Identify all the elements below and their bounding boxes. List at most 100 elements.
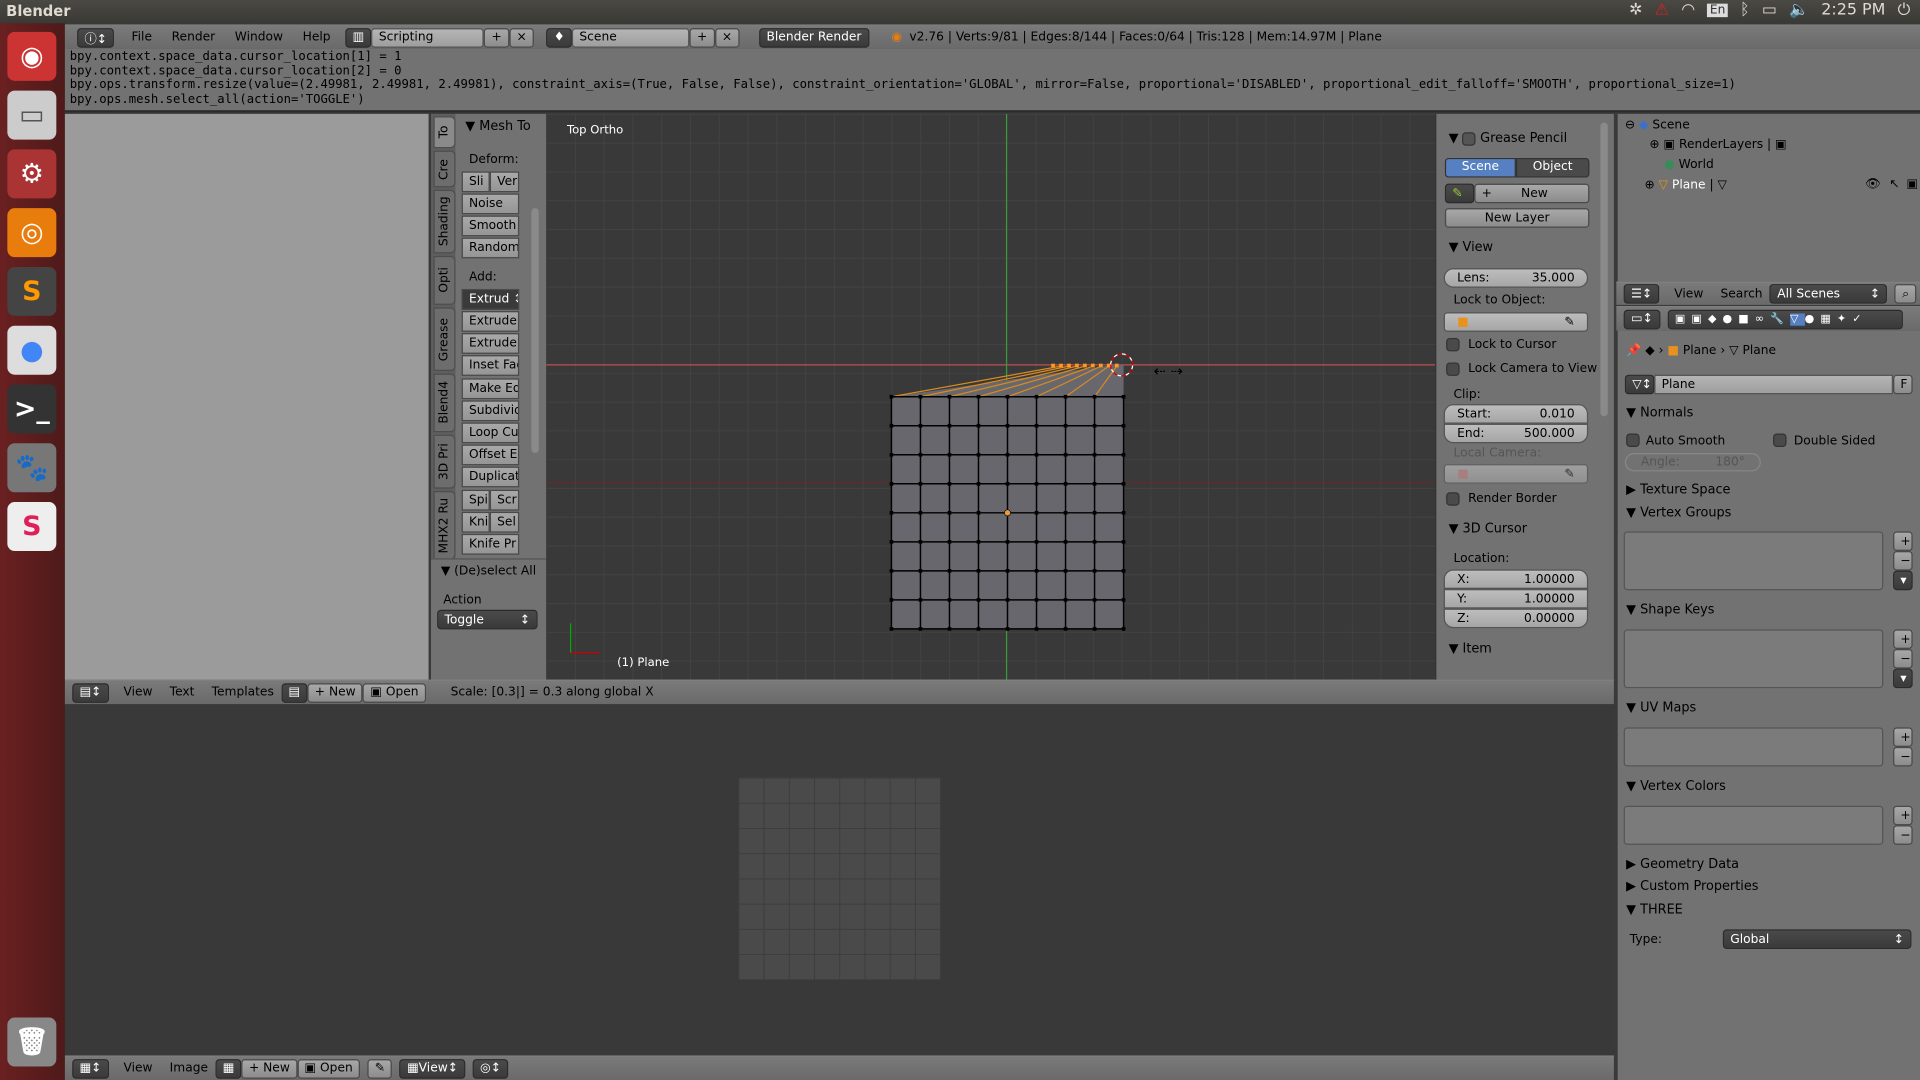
local-camera-field[interactable]: ■ ✎ xyxy=(1443,464,1589,484)
trash-icon[interactable]: 🗑 xyxy=(7,1017,57,1067)
lens-field[interactable]: Lens: 35.000 xyxy=(1443,268,1589,288)
clock[interactable]: 2:25 PM xyxy=(1821,1,1885,19)
pivot-select-icon[interactable]: ◎↕ xyxy=(472,1058,509,1079)
ubuntu-dash-icon[interactable]: ◉ xyxy=(7,31,57,81)
grease-pencil-checkbox[interactable] xyxy=(1462,131,1477,146)
info-editor-type-icon[interactable]: ⓘ↕ xyxy=(77,27,115,48)
type-select[interactable]: Global ↕ xyxy=(1722,929,1912,949)
vertex-groups-list[interactable] xyxy=(1623,531,1884,591)
render-border-checkbox[interactable] xyxy=(1446,492,1460,506)
shape-keys-header[interactable]: ▼ Shape Keys xyxy=(1626,602,1714,617)
blender-icon[interactable]: ◎ xyxy=(7,208,57,258)
tab-grease[interactable]: Grease xyxy=(433,307,456,372)
outliner-item-plane[interactable]: ⊕ ▽ Plane | ▽ xyxy=(1644,179,1726,192)
image-open-button[interactable]: ▣ Open xyxy=(297,1058,361,1079)
menu-window[interactable]: Window xyxy=(235,31,283,44)
files-icon[interactable]: ▭ xyxy=(7,90,57,140)
tab-3d-print[interactable]: 3D Pri xyxy=(433,434,456,489)
shape-keys-list[interactable] xyxy=(1623,629,1884,689)
remove-layout-button[interactable]: × xyxy=(509,27,535,48)
mesh-name-field[interactable]: Plane xyxy=(1654,374,1894,395)
make-edge-button[interactable]: Make Ed xyxy=(461,378,520,400)
tab-blend4[interactable]: Blend4 xyxy=(433,373,456,433)
image-editor-type-icon[interactable]: ▦↕ xyxy=(72,1058,109,1079)
wifi-icon[interactable]: ◠ xyxy=(1681,1,1695,19)
text-new-button[interactable]: + New xyxy=(307,682,364,703)
remove-vertex-group-button[interactable]: − xyxy=(1893,551,1913,571)
eyedropper-icon[interactable]: ✎ xyxy=(1564,467,1574,480)
remove-uv-map-button[interactable]: − xyxy=(1893,746,1913,767)
battery-icon[interactable]: ▭ xyxy=(1762,1,1777,19)
bluetooth-icon[interactable]: ᛒ xyxy=(1740,1,1750,19)
offset-edge-button[interactable]: Offset E xyxy=(461,444,520,466)
renderability-camera-icon[interactable]: ▣ xyxy=(1907,178,1919,191)
gimp-icon[interactable]: 🐾 xyxy=(7,443,57,493)
add-shape-key-button[interactable]: + xyxy=(1893,629,1913,649)
scene-icon[interactable]: ♦ xyxy=(546,27,573,48)
fake-user-button[interactable]: F xyxy=(1893,374,1913,395)
tab-shading[interactable]: Shading xyxy=(433,189,456,254)
custom-properties-header[interactable]: ▶ Custom Properties xyxy=(1626,879,1758,894)
texture-space-header[interactable]: ▶ Texture Space xyxy=(1626,482,1730,497)
add-vertex-group-button[interactable]: + xyxy=(1893,531,1913,552)
subdivide-button[interactable]: Subdivid xyxy=(461,400,520,422)
sublime-text-icon[interactable]: S xyxy=(7,266,57,316)
image-menu-view[interactable]: View xyxy=(123,1062,152,1075)
vertex-groups-header[interactable]: ▼ Vertex Groups xyxy=(1626,506,1731,521)
vertex-colors-header[interactable]: ▼ Vertex Colors xyxy=(1626,779,1726,794)
outliner-item-world[interactable]: ● World xyxy=(1664,158,1714,171)
search-icon[interactable]: ⌕ xyxy=(1894,284,1917,304)
item-section-header[interactable]: ▼ Item xyxy=(1449,642,1492,657)
layout-selector[interactable]: Scripting xyxy=(371,27,485,48)
cursor-y-field[interactable]: Y: 1.00000 xyxy=(1443,588,1589,609)
visibility-eye-icon[interactable]: 👁 xyxy=(1865,178,1881,191)
3d-cursor-section-header[interactable]: ▼ 3D Cursor xyxy=(1449,522,1527,537)
vertex-group-menu-button[interactable]: ▾ xyxy=(1893,570,1913,591)
screw-button[interactable]: Scr xyxy=(489,489,520,511)
image-new-button[interactable]: + New xyxy=(241,1058,298,1079)
gp-object-tab[interactable]: Object xyxy=(1515,157,1590,178)
outliner-item-renderlayers[interactable]: ⊕ ▣ RenderLayers | ▣ xyxy=(1649,138,1786,151)
slack-icon[interactable]: S xyxy=(7,502,57,552)
text-editor-area[interactable] xyxy=(64,113,429,680)
slide-button[interactable]: Sli xyxy=(461,171,490,193)
add-uv-map-button[interactable]: + xyxy=(1893,727,1913,747)
menu-file[interactable]: File xyxy=(131,31,151,44)
gp-scene-tab[interactable]: Scene xyxy=(1444,157,1516,178)
menu-render[interactable]: Render xyxy=(172,31,216,44)
tab-mhx2[interactable]: MHX2 Ru xyxy=(433,491,456,560)
outliner-filter-select[interactable]: All Scenes ↕ xyxy=(1769,284,1888,304)
angle-field[interactable]: Angle: 180° xyxy=(1624,453,1761,472)
remove-scene-button[interactable]: × xyxy=(714,27,740,48)
properties-editor-type-icon[interactable]: ▭↕ xyxy=(1623,309,1661,329)
random-button[interactable]: Random xyxy=(461,237,520,259)
inset-faces-button[interactable]: Inset Fac xyxy=(461,355,520,376)
clip-end-field[interactable]: End: 500.000 xyxy=(1443,423,1589,444)
tab-options[interactable]: Opti xyxy=(433,255,456,305)
smooth-button[interactable]: Smooth xyxy=(461,215,520,237)
geometry-data-header[interactable]: ▶ Geometry Data xyxy=(1626,857,1739,872)
tab-tools[interactable]: To xyxy=(433,116,456,149)
text-browse-icon[interactable]: ▤ xyxy=(281,682,308,703)
text-menu-text[interactable]: Text xyxy=(170,686,195,699)
auto-smooth-checkbox[interactable] xyxy=(1626,433,1640,447)
terminal-icon[interactable]: >_ xyxy=(7,384,57,434)
3d-viewport[interactable]: ⇠ ⇢ Top Ortho (1) Plane xyxy=(546,113,1436,680)
warning-icon[interactable]: ⚠ xyxy=(1655,1,1669,19)
image-view-select[interactable]: ▦ View ↕ xyxy=(399,1058,466,1079)
select-button[interactable]: Sel xyxy=(489,511,520,533)
add-layout-button[interactable]: + xyxy=(484,27,510,48)
text-menu-templates[interactable]: Templates xyxy=(212,686,274,699)
info-log[interactable]: bpy.context.space_data.cursor_location[1… xyxy=(64,48,1920,113)
view-section-header[interactable]: ▼ View xyxy=(1449,240,1494,255)
lock-object-field[interactable]: ■ ✎ xyxy=(1443,312,1589,332)
cursor-z-field[interactable]: Z: 0.00000 xyxy=(1443,608,1589,629)
cursor-x-field[interactable]: X: 1.00000 xyxy=(1443,569,1589,589)
lock-to-cursor-checkbox[interactable] xyxy=(1446,337,1460,352)
volume-icon[interactable]: 🔈 xyxy=(1789,1,1809,19)
new-layer-button[interactable]: New Layer xyxy=(1444,208,1590,228)
remove-shape-key-button[interactable]: − xyxy=(1893,648,1913,669)
outliner-menu-view[interactable]: View xyxy=(1674,287,1703,300)
vertex-colors-list[interactable] xyxy=(1623,805,1884,845)
mesh-tools-title[interactable]: ▼ Mesh To xyxy=(465,119,530,134)
